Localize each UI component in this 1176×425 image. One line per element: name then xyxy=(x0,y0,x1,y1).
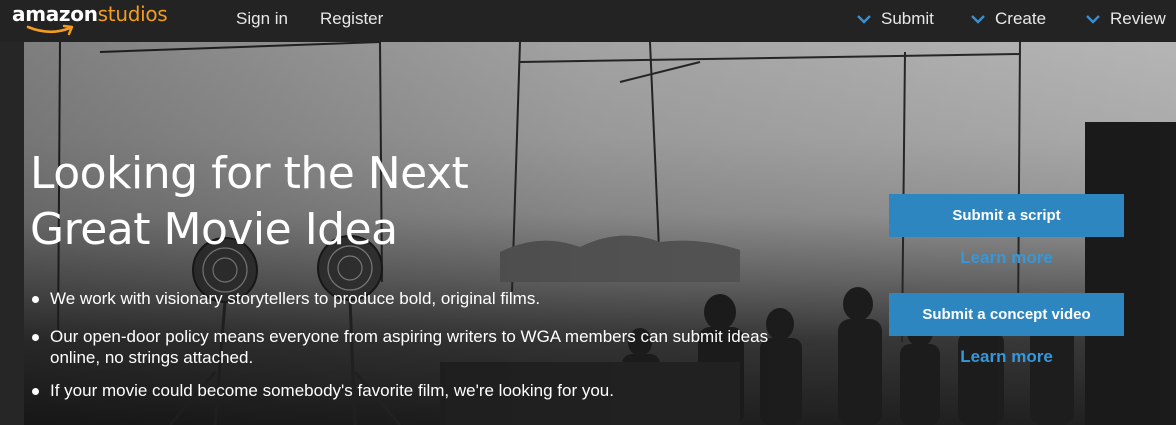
bullet-item: Our open-door policy means everyone from… xyxy=(30,326,820,368)
sign-in-link[interactable]: Sign in xyxy=(236,9,288,29)
bullet-item: We work with visionary storytellers to p… xyxy=(30,288,820,309)
submit-menu[interactable]: Submit xyxy=(857,9,934,29)
amazon-studios-logo[interactable]: amazonstudios xyxy=(12,2,168,40)
hero-headline: Looking for the Next Great Movie Idea xyxy=(30,148,469,255)
submit-script-button[interactable]: Submit a script xyxy=(889,194,1124,237)
register-link[interactable]: Register xyxy=(320,9,383,29)
hero-bullet-list: We work with visionary storytellers to p… xyxy=(30,288,820,418)
learn-more-video-link[interactable]: Learn more xyxy=(889,347,1124,367)
create-menu[interactable]: Create xyxy=(971,9,1046,29)
submit-concept-video-button[interactable]: Submit a concept video xyxy=(889,293,1124,336)
submit-menu-label: Submit xyxy=(881,9,934,28)
chevron-down-icon xyxy=(857,15,871,24)
chevron-down-icon xyxy=(1086,15,1100,24)
bullet-item: If your movie could become somebody's fa… xyxy=(30,380,820,401)
logo-amazon-text: amazon xyxy=(12,2,98,26)
create-menu-label: Create xyxy=(995,9,1047,28)
chevron-down-icon xyxy=(971,15,985,24)
logo-studios-text: studios xyxy=(97,2,168,26)
smile-arrow-icon xyxy=(26,24,74,36)
review-menu[interactable]: Review xyxy=(1086,9,1166,29)
top-nav-bar: amazonstudios Sign in Register Submit Cr… xyxy=(0,0,1176,42)
review-menu-label: Review xyxy=(1110,9,1166,28)
learn-more-script-link[interactable]: Learn more xyxy=(889,248,1124,268)
